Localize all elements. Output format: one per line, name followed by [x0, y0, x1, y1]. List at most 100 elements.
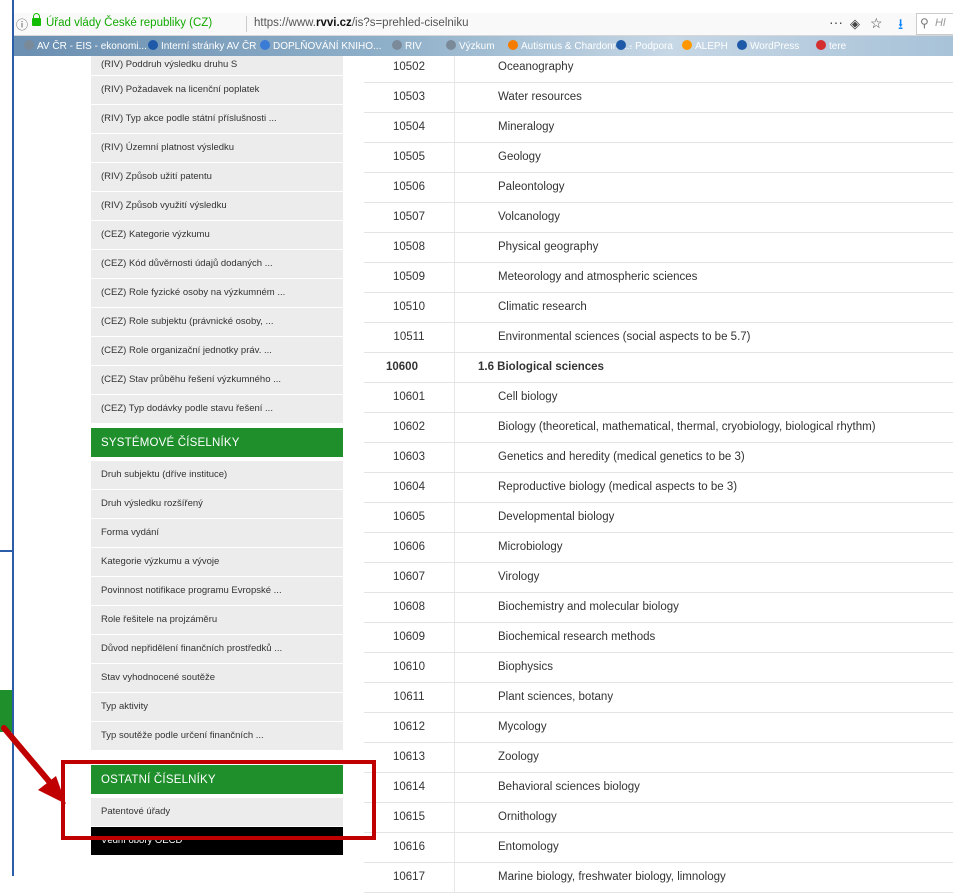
- bookmark-item[interactable]: Autismus & Chardonna...: [508, 40, 632, 52]
- sidebar-item[interactable]: (CEZ) Kód důvěrnosti údajů dodaných ...: [91, 250, 343, 279]
- bookmark-item[interactable]: ALEPH: [682, 40, 728, 52]
- table-row: 10605 Developmental biology: [364, 503, 953, 533]
- column-divider: [454, 353, 455, 382]
- bookmark-label: DOPLŇOVÁNÍ KNIHO...: [273, 41, 382, 52]
- bookmark-item[interactable]: Výzkum: [446, 40, 495, 52]
- sidebar-item[interactable]: (CEZ) Typ dodávky podle stavu řešení ...: [91, 395, 343, 424]
- bookmark-favicon-icon: [446, 40, 456, 50]
- sidebar-item[interactable]: (RIV) Způsob využití výsledku: [91, 192, 343, 221]
- table-row: 10616 Entomology: [364, 833, 953, 863]
- field-code: 10507: [393, 211, 425, 223]
- field-name: Genetics and heredity (medical genetics …: [498, 451, 745, 463]
- field-code: 10612: [393, 721, 425, 733]
- sidebar-item[interactable]: (CEZ) Role organizační jednotky práv. ..…: [91, 337, 343, 366]
- field-name: Physical geography: [498, 241, 599, 253]
- sidebar-item[interactable]: (CEZ) Kategorie výzkumu: [91, 221, 343, 250]
- field-name: Biochemistry and molecular biology: [498, 601, 679, 613]
- url-text[interactable]: https://www.rvvi.cz/is?s=prehled-ciselni…: [254, 17, 468, 29]
- sidebar-item[interactable]: Stav vyhodnocené soutěže: [91, 664, 343, 693]
- table-row: 10603 Genetics and heredity (medical gene…: [364, 443, 953, 473]
- sidebar-item[interactable]: (RIV) Typ akce podle státní příslušnosti…: [91, 105, 343, 134]
- sidebar-item[interactable]: Povinnost notifikace programu Evropské .…: [91, 577, 343, 606]
- bookmark-item[interactable]: RIV: [392, 40, 422, 52]
- column-divider: [454, 803, 455, 832]
- field-code: 10616: [393, 841, 425, 853]
- field-name: Biophysics: [498, 661, 553, 673]
- bookmark-item[interactable]: Interní stránky AV ČR: [148, 40, 256, 52]
- site-identity[interactable]: Úřad vlády České republiky (CZ): [46, 17, 212, 29]
- field-code: 10502: [393, 61, 425, 73]
- field-code: 10609: [393, 631, 425, 643]
- bookmark-label: RIV: [405, 41, 422, 52]
- column-divider: [454, 443, 455, 472]
- field-name: Microbiology: [498, 541, 563, 553]
- field-code: 10504: [393, 121, 425, 133]
- sidebar-item[interactable]: (RIV) Požadavek na licenční poplatek: [91, 76, 343, 105]
- sidebar-item[interactable]: Důvod nepřidělení finančních prostředků …: [91, 635, 343, 664]
- oecd-fields-table: 10502 Oceanography 10503 Water resources 105…: [364, 56, 953, 893]
- sidebar-item[interactable]: Forma vydání: [91, 519, 343, 548]
- bookmark-item[interactable]: AV ČR - EIS - ekonomi...: [24, 40, 147, 52]
- field-code: 10603: [393, 451, 425, 463]
- table-row: 10607 Virology: [364, 563, 953, 593]
- sidebar-item[interactable]: (RIV) Územní platnost výsledku: [91, 134, 343, 163]
- column-divider: [454, 83, 455, 112]
- info-icon[interactable]: ⓘ: [16, 16, 28, 33]
- field-name: Behavioral sciences biology: [498, 781, 640, 793]
- column-divider: [454, 503, 455, 532]
- bookmark-item[interactable]: - Podpora: [616, 40, 673, 52]
- sidebar-item[interactable]: (CEZ) Role subjektu (právnické osoby, ..…: [91, 308, 343, 337]
- table-row: 10511 Environmental sciences (social aspe…: [364, 323, 953, 353]
- sidebar-item[interactable]: (CEZ) Stav průběhu řešení výzkumného ...: [91, 366, 343, 395]
- table-row: 10601 Cell biology: [364, 383, 953, 413]
- column-divider: [454, 233, 455, 262]
- bookmark-label: AV ČR - EIS - ekonomi...: [37, 41, 147, 52]
- field-code: 10615: [393, 811, 425, 823]
- annotation-highlight-box: [61, 760, 376, 840]
- sidebar-item[interactable]: Role řešitele na projzáměru: [91, 606, 343, 635]
- sidebar-item[interactable]: Typ soutěže podle určení finančních ...: [91, 722, 343, 751]
- field-code: 10608: [393, 601, 425, 613]
- bookmark-item[interactable]: DOPLŇOVÁNÍ KNIHO...: [260, 40, 381, 52]
- sidebar-item[interactable]: (RIV) Způsob užití patentu: [91, 163, 343, 192]
- lock-icon[interactable]: [32, 13, 41, 26]
- field-name: Biochemical research methods: [498, 631, 656, 643]
- bookmark-item[interactable]: tere: [816, 40, 846, 52]
- table-row: 10609 Biochemical research methods: [364, 623, 953, 653]
- field-name: Entomology: [498, 841, 559, 853]
- bookmark-favicon-icon: [260, 40, 270, 50]
- column-divider: [454, 773, 455, 802]
- field-code: 10614: [393, 781, 425, 793]
- field-name: Ornithology: [498, 811, 557, 823]
- bookmark-favicon-icon: [508, 40, 518, 50]
- search-box[interactable]: ⚲ Hl: [916, 13, 953, 35]
- table-row: 10508 Physical geography: [364, 233, 953, 263]
- column-divider: [454, 473, 455, 502]
- bookmark-item[interactable]: WordPress: [737, 40, 799, 52]
- url-bar[interactable]: ⓘ Úřad vlády České republiky (CZ) https:…: [14, 13, 953, 36]
- sidebar-item[interactable]: Druh výsledku rozšířený: [91, 490, 343, 519]
- bookmark-favicon-icon: [682, 40, 692, 50]
- table-row: 10613 Zoology: [364, 743, 953, 773]
- bookmark-star-icon[interactable]: ☆: [870, 15, 883, 32]
- sidebar-item[interactable]: Druh subjektu (dříve instituce): [91, 461, 343, 490]
- table-row: 10509 Meteorology and atmospheric science…: [364, 263, 953, 293]
- bookmark-favicon-icon: [392, 40, 402, 50]
- sidebar: (RIV) Poddruh výsledku druhu S (RIV) Poža…: [91, 56, 343, 856]
- table-row: 10611 Plant sciences, botany: [364, 683, 953, 713]
- table-row: 10617 Marine biology, freshwater biology,…: [364, 863, 953, 893]
- sidebar-item[interactable]: Typ aktivity: [91, 693, 343, 722]
- field-name: Geology: [498, 151, 541, 163]
- sidebar-item[interactable]: (CEZ) Role fyzické osoby na výzkumném ..…: [91, 279, 343, 308]
- field-name: Marine biology, freshwater biology, limn…: [498, 871, 726, 883]
- search-placeholder: Hl: [935, 17, 946, 29]
- more-actions-icon[interactable]: ···: [829, 14, 843, 30]
- table-row: 10602 Biology (theoretical, mathematical,…: [364, 413, 953, 443]
- field-code: 10606: [393, 541, 425, 553]
- pocket-icon[interactable]: ◈: [850, 16, 860, 32]
- sidebar-item[interactable]: Kategorie výzkumu a vývoje: [91, 548, 343, 577]
- sidebar-item[interactable]: (RIV) Poddruh výsledku druhu S: [91, 56, 343, 76]
- column-divider: [454, 383, 455, 412]
- field-code: 10613: [393, 751, 425, 763]
- field-code: 10617: [393, 871, 425, 883]
